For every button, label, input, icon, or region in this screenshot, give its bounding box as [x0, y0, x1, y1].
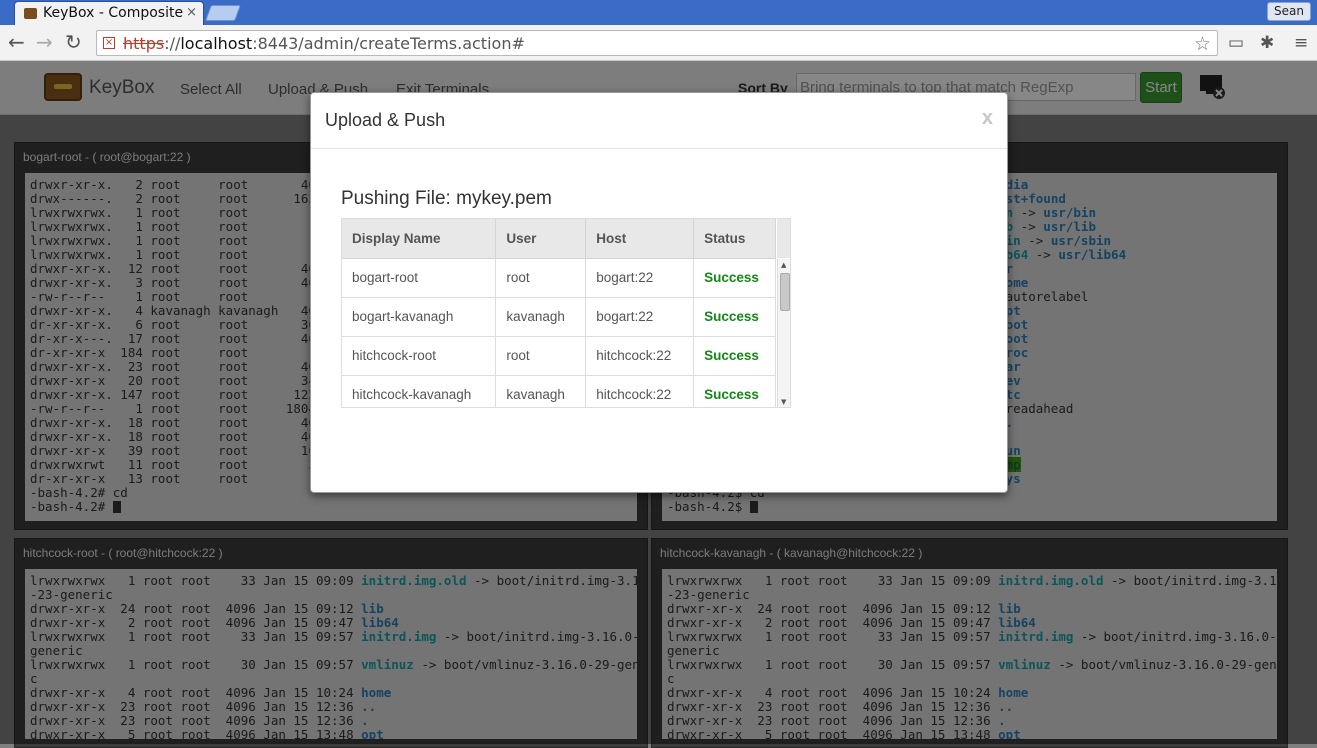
browser-tab-strip: KeyBox - Composite × Sean	[0, 0, 1317, 25]
status-cell: Success	[693, 336, 776, 376]
favicon-icon	[24, 8, 37, 19]
table-header-row: Display Name User Host Status	[342, 219, 776, 259]
scroll-up-icon[interactable]: ▲	[781, 261, 786, 269]
host-cell: hitchcock:22	[585, 375, 695, 407]
table-row: bogart-root root bogart:22 Success	[342, 258, 776, 298]
reload-icon[interactable]: ↻	[65, 32, 82, 52]
menu-icon[interactable]: ≡	[1294, 33, 1308, 53]
display-name-cell: bogart-root	[342, 258, 497, 298]
status-cell: Success	[693, 375, 776, 407]
upload-push-modal: Upload & Push x Pushing File: mykey.pem …	[310, 92, 1008, 493]
table-row: bogart-kavanagh kavanagh bogart:22 Succe…	[342, 297, 776, 337]
display-name-cell: bogart-kavanagh	[342, 297, 497, 337]
column-header: Host	[585, 219, 695, 259]
new-tab-button[interactable]	[205, 5, 241, 21]
cast-icon[interactable]: ▭	[1228, 33, 1244, 53]
display-name-cell: hitchcock-root	[342, 336, 497, 376]
profile-button[interactable]: Sean	[1267, 2, 1311, 21]
scroll-down-icon[interactable]: ▼	[781, 398, 786, 406]
browser-toolbar: ← → ↻ × https://localhost:8443/admin/cre…	[0, 25, 1317, 61]
host-cell: bogart:22	[585, 258, 695, 298]
push-status-table: Display Name User Host Status bogart-roo…	[341, 218, 791, 408]
user-cell: kavanagh	[495, 375, 587, 407]
column-header: Status	[693, 219, 776, 259]
address-bar[interactable]: × https://localhost:8443/admin/createTer…	[96, 30, 1218, 56]
host-cell: bogart:22	[585, 297, 695, 337]
insecure-warning-icon: ×	[103, 37, 115, 49]
tab-title: KeyBox - Composite	[43, 5, 184, 21]
status-cell: Success	[693, 258, 776, 298]
modal-title: Upload & Push	[325, 110, 446, 130]
extension-bug-icon[interactable]: ✱	[1260, 33, 1274, 53]
display-name-cell: hitchcock-kavanagh	[342, 375, 497, 407]
table-row: hitchcock-root root hitchcock:22 Success	[342, 336, 776, 376]
scroll-thumb[interactable]	[780, 273, 790, 311]
back-icon[interactable]: ←	[8, 32, 25, 52]
host-cell: hitchcock:22	[585, 336, 695, 376]
tab-close-icon[interactable]: ×	[186, 5, 197, 20]
user-cell: kavanagh	[495, 297, 587, 337]
forward-icon[interactable]: →	[36, 32, 53, 52]
close-icon[interactable]: x	[982, 107, 993, 130]
browser-tab[interactable]: KeyBox - Composite ×	[14, 1, 204, 25]
column-header: User	[495, 219, 587, 259]
table-row: hitchcock-kavanagh kavanagh hitchcock:22…	[342, 375, 776, 407]
bookmark-star-icon[interactable]: ☆	[1194, 33, 1211, 55]
column-header: Display Name	[342, 219, 497, 259]
user-cell: root	[495, 336, 587, 376]
pushing-file-heading: Pushing File: mykey.pem	[341, 188, 552, 209]
table-scrollbar[interactable]: ▲ ▼	[777, 259, 790, 407]
user-cell: root	[495, 258, 587, 298]
status-cell: Success	[693, 297, 776, 337]
modal-header: Upload & Push x	[311, 93, 1007, 149]
